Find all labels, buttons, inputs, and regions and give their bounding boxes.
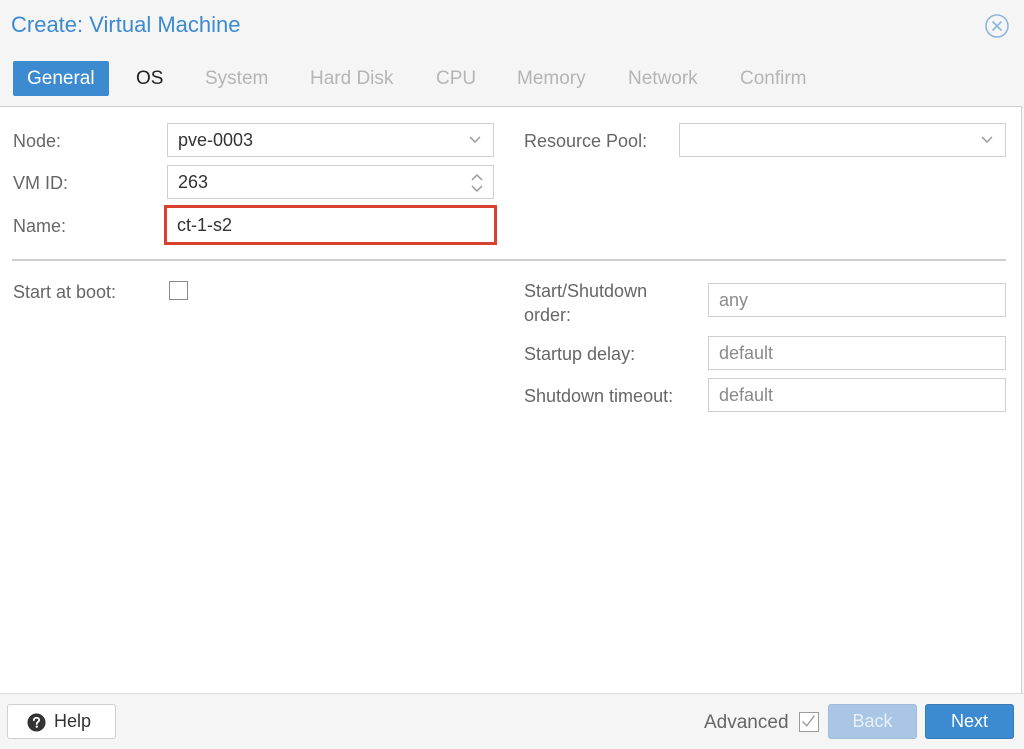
- advanced-checkbox[interactable]: [799, 712, 819, 732]
- general-panel: Node: pve-0003 Resource Pool: VM ID: 263…: [0, 106, 1022, 693]
- node-label: Node:: [13, 131, 62, 151]
- tab-system[interactable]: System: [191, 61, 282, 96]
- create-vm-dialog: Create: Virtual Machine General OS Syste…: [0, 0, 1024, 749]
- start-at-boot-checkbox[interactable]: [169, 281, 188, 300]
- start-shutdown-order-input[interactable]: [708, 283, 1006, 317]
- startup-delay-input[interactable]: [708, 336, 1006, 370]
- tab-memory[interactable]: Memory: [503, 61, 600, 96]
- name-input[interactable]: [164, 205, 497, 245]
- startup-delay-label: Startup delay:: [524, 344, 636, 364]
- node-value: pve-0003: [178, 130, 254, 150]
- help-button[interactable]: Help: [7, 704, 116, 739]
- vmid-spinner[interactable]: 263: [167, 165, 494, 199]
- back-button[interactable]: Back: [828, 704, 917, 739]
- help-button-label: Help: [54, 711, 92, 731]
- tab-confirm[interactable]: Confirm: [726, 61, 821, 96]
- start-shutdown-order-label-line1: Start/Shutdown: [524, 281, 648, 301]
- advanced-label: Advanced: [704, 712, 789, 733]
- vmid-label: VM ID:: [13, 173, 69, 193]
- tab-os[interactable]: OS: [122, 61, 177, 96]
- start-shutdown-order-label: Start/Shutdown order:: [524, 279, 647, 327]
- chevron-down-icon: [981, 136, 993, 144]
- node-select[interactable]: pve-0003: [167, 123, 494, 157]
- chevron-down-icon: [469, 136, 481, 144]
- wizard-tabs: General OS System Hard Disk CPU Memory N…: [0, 52, 1024, 106]
- shutdown-timeout-input[interactable]: [708, 378, 1006, 412]
- shutdown-timeout-label: Shutdown timeout:: [524, 386, 674, 406]
- resource-pool-select[interactable]: [679, 123, 1006, 157]
- tab-network[interactable]: Network: [614, 61, 712, 96]
- resource-pool-label: Resource Pool:: [524, 131, 648, 151]
- vmid-value: 263: [178, 172, 209, 192]
- dialog-footer: Help Advanced Back Next: [0, 693, 1024, 749]
- name-label: Name:: [13, 216, 67, 236]
- section-divider: [12, 259, 1006, 261]
- close-icon[interactable]: [984, 13, 1010, 39]
- start-at-boot-label: Start at boot:: [13, 282, 117, 302]
- tab-general[interactable]: General: [13, 61, 109, 96]
- checkmark-icon: [802, 715, 815, 727]
- spinner-arrows-icon[interactable]: [470, 170, 484, 196]
- dialog-header: Create: Virtual Machine: [0, 0, 1024, 52]
- question-circle-icon: [27, 713, 46, 732]
- next-button[interactable]: Next: [925, 704, 1014, 739]
- start-shutdown-order-label-line2: order:: [524, 305, 572, 325]
- tab-hard-disk[interactable]: Hard Disk: [296, 61, 407, 96]
- tab-cpu[interactable]: CPU: [422, 61, 490, 96]
- dialog-title: Create: Virtual Machine: [11, 12, 241, 37]
